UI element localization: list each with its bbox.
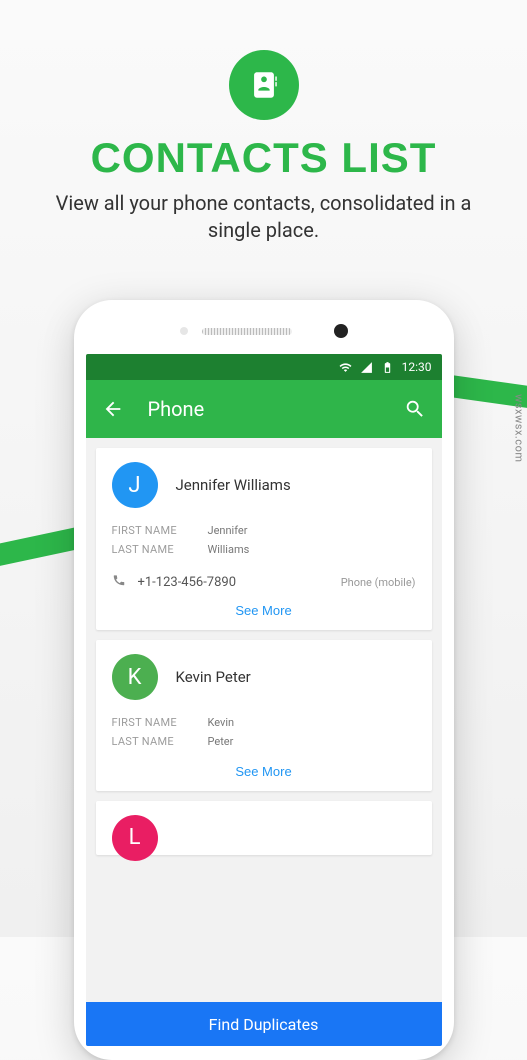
phone-number: +1-123-456-7890	[138, 575, 237, 590]
battery-icon	[381, 361, 394, 374]
avatar: K	[112, 654, 158, 700]
last-name-label: LAST NAME	[112, 733, 208, 752]
first-name-label: FIRST NAME	[112, 714, 208, 733]
screen: 12:30 Phone J Jennifer Williams FIRST NA…	[86, 354, 442, 1046]
contact-name: Jennifer Williams	[176, 476, 291, 494]
avatar: L	[112, 815, 158, 861]
phone-frame: 12:30 Phone J Jennifer Williams FIRST NA…	[74, 300, 454, 1060]
first-name-value: Jennifer	[208, 522, 248, 541]
phone-row: +1-123-456-7890 Phone (mobile)	[112, 573, 416, 591]
status-time: 12:30	[402, 360, 432, 374]
app-icon	[229, 50, 299, 120]
signal-icon	[360, 361, 373, 374]
contacts-book-icon	[247, 68, 281, 102]
watermark: wsxwsx.com	[512, 394, 525, 462]
see-more-button[interactable]: See More	[235, 764, 291, 779]
avatar: J	[112, 462, 158, 508]
contact-card: K Kevin Peter FIRST NAME Kevin LAST NAME…	[96, 640, 432, 790]
back-arrow-icon[interactable]	[102, 398, 124, 420]
phone-hardware-top	[86, 314, 442, 348]
promo-title: CONTACTS LIST	[0, 134, 527, 182]
phone-type: Phone (mobile)	[341, 576, 416, 589]
contact-card: L	[96, 801, 432, 855]
first-name-value: Kevin	[208, 714, 235, 733]
last-name-value: Peter	[208, 733, 234, 752]
last-name-label: LAST NAME	[112, 541, 208, 560]
find-duplicates-button[interactable]: Find Duplicates	[86, 1002, 442, 1046]
promo-subtitle: View all your phone contacts, consolidat…	[0, 190, 527, 244]
contact-card: J Jennifer Williams FIRST NAME Jennifer …	[96, 448, 432, 630]
contact-name: Kevin Peter	[176, 668, 251, 686]
first-name-label: FIRST NAME	[112, 522, 208, 541]
promo-header: CONTACTS LIST View all your phone contac…	[0, 0, 527, 244]
contacts-list[interactable]: J Jennifer Williams FIRST NAME Jennifer …	[86, 438, 442, 1002]
phone-icon	[112, 573, 128, 591]
see-more-button[interactable]: See More	[235, 603, 291, 618]
wifi-icon	[339, 361, 352, 374]
search-icon[interactable]	[404, 398, 426, 420]
app-bar: Phone	[86, 380, 442, 438]
last-name-value: Williams	[208, 541, 250, 560]
appbar-title: Phone	[148, 397, 380, 421]
status-bar: 12:30	[86, 354, 442, 380]
